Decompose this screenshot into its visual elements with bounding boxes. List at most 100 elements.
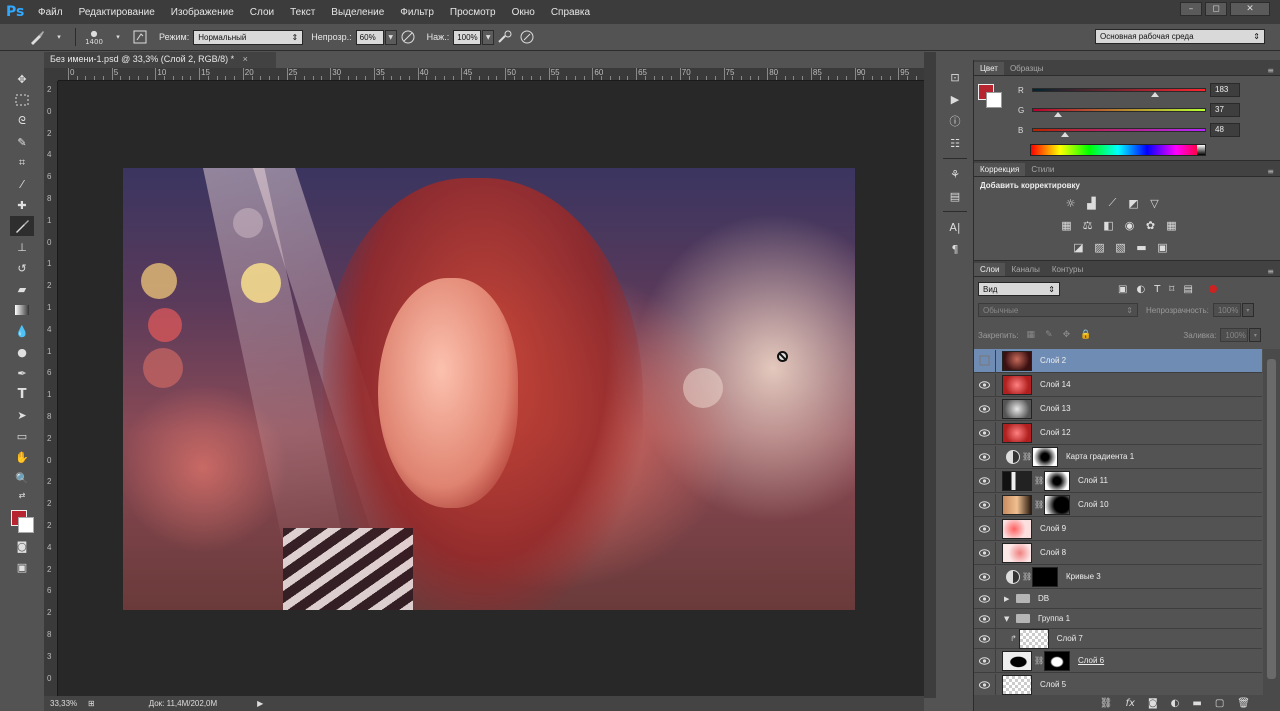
menu-edit[interactable]: Редактирование <box>71 7 163 18</box>
status-menu-arrow-icon[interactable]: ▶ <box>257 699 263 708</box>
eye-visibility-icon[interactable] <box>974 373 996 396</box>
filter-shape-icon[interactable]: ⌑ <box>1169 284 1174 295</box>
lock-all-icon[interactable]: 🔒 <box>1080 330 1091 340</box>
layer-row[interactable]: ⛓ Кривые 3 <box>974 565 1262 589</box>
new-adjustment-layer-icon[interactable]: ◐ <box>1171 698 1180 709</box>
invert-icon[interactable]: ◪ <box>1070 239 1087 255</box>
layer-row[interactable]: ⛓ Карта градиента 1 <box>974 445 1262 469</box>
eye-visibility-icon[interactable] <box>974 673 996 696</box>
lock-pixels-icon[interactable]: ✎ <box>1045 330 1053 340</box>
brush-size-dropdown-icon[interactable]: ▾ <box>107 27 129 47</box>
ruler-horizontal[interactable]: 0510152025303540455055606570758085909510… <box>58 68 924 81</box>
green-slider[interactable]: G 37 <box>1018 102 1248 118</box>
layer-thumbnail[interactable] <box>1002 518 1032 539</box>
gradient-tool-icon[interactable] <box>10 300 34 320</box>
pen-tool-icon[interactable]: ✒ <box>10 363 34 383</box>
layer-row[interactable]: ⛓ Слой 11 <box>974 469 1262 493</box>
layer-thumbnail[interactable] <box>1002 674 1032 695</box>
eye-visibility-icon[interactable] <box>974 607 996 630</box>
layer-row[interactable]: Слой 13 <box>974 397 1262 421</box>
lock-position-icon[interactable]: ✥ <box>1063 330 1071 340</box>
eye-visibility-icon[interactable] <box>974 349 996 372</box>
filter-adjustment-icon[interactable]: ◐ <box>1136 284 1145 295</box>
panel-menu-icon[interactable]: ≡ <box>1267 267 1274 276</box>
history-brush-tool-icon[interactable]: ↺ <box>10 258 34 278</box>
layer-opacity-input[interactable]: 100% <box>1212 303 1241 317</box>
new-group-icon[interactable]: ▬ <box>1192 698 1201 709</box>
posterize-icon[interactable]: ▨ <box>1091 239 1108 255</box>
layer-mask-thumbnail[interactable] <box>1044 470 1070 491</box>
pressure-opacity-icon[interactable] <box>397 27 419 47</box>
layer-mask-thumbnail[interactable] <box>1032 566 1058 587</box>
color-swatches[interactable] <box>9 508 35 536</box>
layer-thumbnail[interactable] <box>1002 422 1032 443</box>
layer-list-scrollbar[interactable] <box>1263 349 1280 699</box>
dodge-tool-icon[interactable]: ● <box>10 342 34 362</box>
workspace-select[interactable]: Основная рабочая среда ⇕ <box>1095 29 1265 44</box>
layer-row[interactable]: Слой 5 <box>974 673 1262 697</box>
brightness-contrast-icon[interactable]: ☼ <box>1062 195 1079 211</box>
layer-row[interactable]: ⛓ Слой 10 <box>974 493 1262 517</box>
layer-style-fx-icon[interactable]: fx <box>1126 698 1135 709</box>
tab-swatches[interactable]: Образцы <box>1004 62 1050 75</box>
lasso-tool-icon[interactable]: ᘓ <box>10 111 34 131</box>
layer-row[interactable]: ⛓ Слой 6 <box>974 649 1262 673</box>
opacity-dropdown-icon[interactable]: ▼ <box>384 29 397 45</box>
red-track[interactable] <box>1032 88 1206 97</box>
layer-mask-thumbnail[interactable] <box>1032 446 1058 467</box>
healing-brush-tool-icon[interactable]: ✚ <box>10 195 34 215</box>
brush-tool-icon[interactable] <box>10 216 34 236</box>
tab-styles[interactable]: Стили <box>1025 163 1060 176</box>
layer-row[interactable]: Слой 9 <box>974 517 1262 541</box>
collapse-group-icon[interactable]: ▼ <box>1004 615 1012 623</box>
lock-transparent-icon[interactable]: ▦ <box>1027 330 1036 340</box>
close-document-icon[interactable]: × <box>243 54 248 64</box>
layer-thumbnail[interactable] <box>1002 470 1032 491</box>
brush-panel-toggle-icon[interactable] <box>129 27 151 47</box>
blue-value-input[interactable]: 48 <box>1210 123 1240 137</box>
menu-image[interactable]: Изображение <box>163 7 242 18</box>
quick-select-tool-icon[interactable]: ✎ <box>10 132 34 152</box>
airbrush-icon[interactable] <box>494 27 516 47</box>
eye-visibility-icon[interactable] <box>974 445 996 468</box>
layer-row[interactable]: Слой 12 <box>974 421 1262 445</box>
green-value-input[interactable]: 37 <box>1210 103 1240 117</box>
info-panel-icon[interactable]: ⓘ <box>943 110 967 132</box>
history-panel-icon[interactable]: ⊡ <box>943 66 967 88</box>
tab-layers[interactable]: Слои <box>974 263 1006 276</box>
layer-thumbnail[interactable] <box>1002 494 1032 515</box>
marquee-tool-icon[interactable] <box>10 90 34 110</box>
tab-paths[interactable]: Контуры <box>1046 263 1089 276</box>
pressure-size-icon[interactable] <box>516 27 538 47</box>
menu-view[interactable]: Просмотр <box>442 7 504 18</box>
layer-mask-thumbnail[interactable] <box>1044 494 1070 515</box>
layer-opacity-dropdown-icon[interactable]: ▾ <box>1241 303 1254 317</box>
scrollbar-thumb[interactable] <box>1267 359 1276 679</box>
path-selection-tool-icon[interactable]: ➤ <box>10 405 34 425</box>
maximize-button[interactable]: ◻ <box>1205 2 1227 16</box>
zoom-level[interactable]: 33,33% <box>44 699 84 708</box>
layer-row[interactable]: Слой 14 <box>974 373 1262 397</box>
clone-stamp-tool-icon[interactable]: ⊥ <box>10 237 34 257</box>
brush-panel-icon[interactable]: ⚘ <box>943 163 967 185</box>
black-white-icon[interactable]: ◧ <box>1100 217 1117 233</box>
filter-toggle-icon[interactable] <box>1208 285 1217 293</box>
menu-select[interactable]: Выделение <box>323 7 392 18</box>
eye-visibility-icon[interactable] <box>974 565 996 588</box>
ruler-vertical[interactable]: 2024681012141618202224262830 <box>44 81 58 696</box>
expand-group-icon[interactable]: ▶ <box>1004 595 1012 603</box>
layer-thumbnail[interactable] <box>1018 628 1049 649</box>
gradient-map-icon[interactable]: ▬ <box>1133 239 1150 255</box>
document-tab[interactable]: Без имени-1.psd @ 33,3% (Слой 2, RGB/8) … <box>44 52 276 68</box>
eraser-tool-icon[interactable]: ▰ <box>10 279 34 299</box>
eye-visibility-icon[interactable] <box>974 541 996 564</box>
eye-visibility-icon[interactable] <box>974 421 996 444</box>
minimize-button[interactable]: – <box>1180 2 1202 16</box>
curves-icon[interactable]: ⟋ <box>1104 195 1121 211</box>
crop-tool-icon[interactable]: ⌗ <box>10 153 34 173</box>
layer-thumbnail[interactable] <box>1002 542 1032 563</box>
quick-mask-icon[interactable]: ◙ <box>10 536 34 556</box>
menu-help[interactable]: Справка <box>543 7 598 18</box>
filter-smart-object-icon[interactable]: ▤ <box>1183 284 1192 295</box>
character-panel-icon[interactable]: A| <box>943 216 967 238</box>
